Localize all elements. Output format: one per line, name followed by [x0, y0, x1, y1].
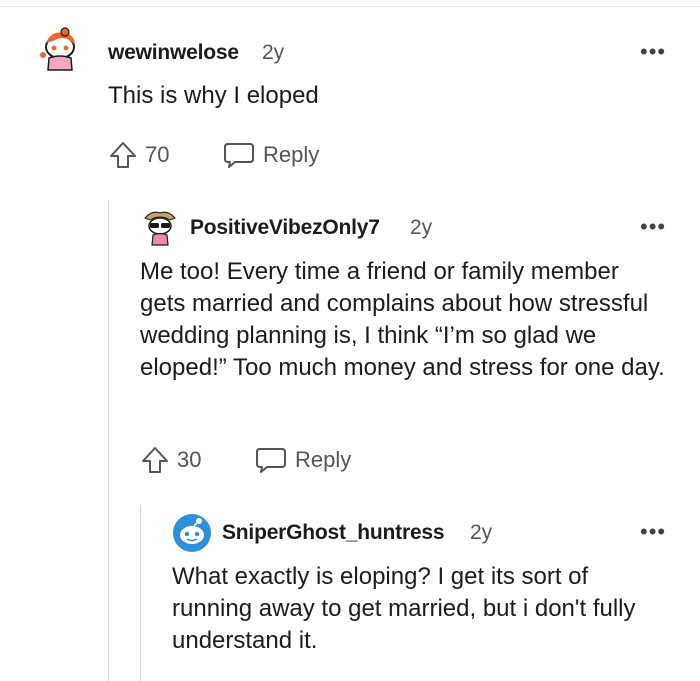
- username[interactable]: SniperGhost_huntress: [222, 521, 445, 545]
- more-horizontal-icon: •••: [640, 519, 667, 544]
- comment-age: 2y: [410, 216, 433, 239]
- avatar[interactable]: [172, 513, 212, 553]
- more-horizontal-icon: •••: [640, 214, 667, 239]
- comment-bubble-icon: [224, 143, 254, 168]
- more-options-button[interactable]: •••: [640, 216, 666, 238]
- username[interactable]: PositiveVibezOnly7: [190, 216, 380, 240]
- vote-count: 70: [145, 142, 170, 167]
- reply-button[interactable]: Reply: [254, 445, 351, 475]
- username[interactable]: wewinwelose: [108, 41, 239, 65]
- comment-body: Me too! Every time a friend or family me…: [140, 258, 665, 381]
- more-options-button[interactable]: •••: [640, 41, 666, 63]
- upvote-button[interactable]: 70: [108, 140, 169, 170]
- comment-age: 2y: [262, 41, 285, 64]
- upvote-arrow-icon: [110, 142, 136, 168]
- thread-line-level-2[interactable]: [140, 505, 141, 681]
- more-options-button[interactable]: •••: [640, 521, 666, 543]
- reply-button[interactable]: Reply: [222, 140, 319, 170]
- upvote-arrow-icon: [142, 447, 168, 473]
- thread-line-level-1[interactable]: [108, 200, 109, 681]
- comment-body: This is why I eloped: [108, 82, 319, 109]
- comment-age: 2y: [470, 521, 493, 544]
- upvote-button[interactable]: 30: [140, 445, 201, 475]
- top-divider: [0, 6, 700, 7]
- snoo-avatar-icon: [173, 514, 211, 552]
- comment-body: What exactly is eloping? I get its sort …: [172, 563, 636, 654]
- more-horizontal-icon: •••: [640, 39, 667, 64]
- comment-bubble-icon: [256, 448, 286, 473]
- snoo-avatar-icon: [35, 25, 85, 75]
- snoo-avatar-icon: [140, 208, 180, 248]
- avatar[interactable]: [35, 25, 85, 75]
- vote-count: 30: [177, 447, 202, 472]
- avatar[interactable]: [140, 208, 180, 248]
- reply-label: Reply: [295, 447, 352, 472]
- reply-label: Reply: [263, 142, 320, 167]
